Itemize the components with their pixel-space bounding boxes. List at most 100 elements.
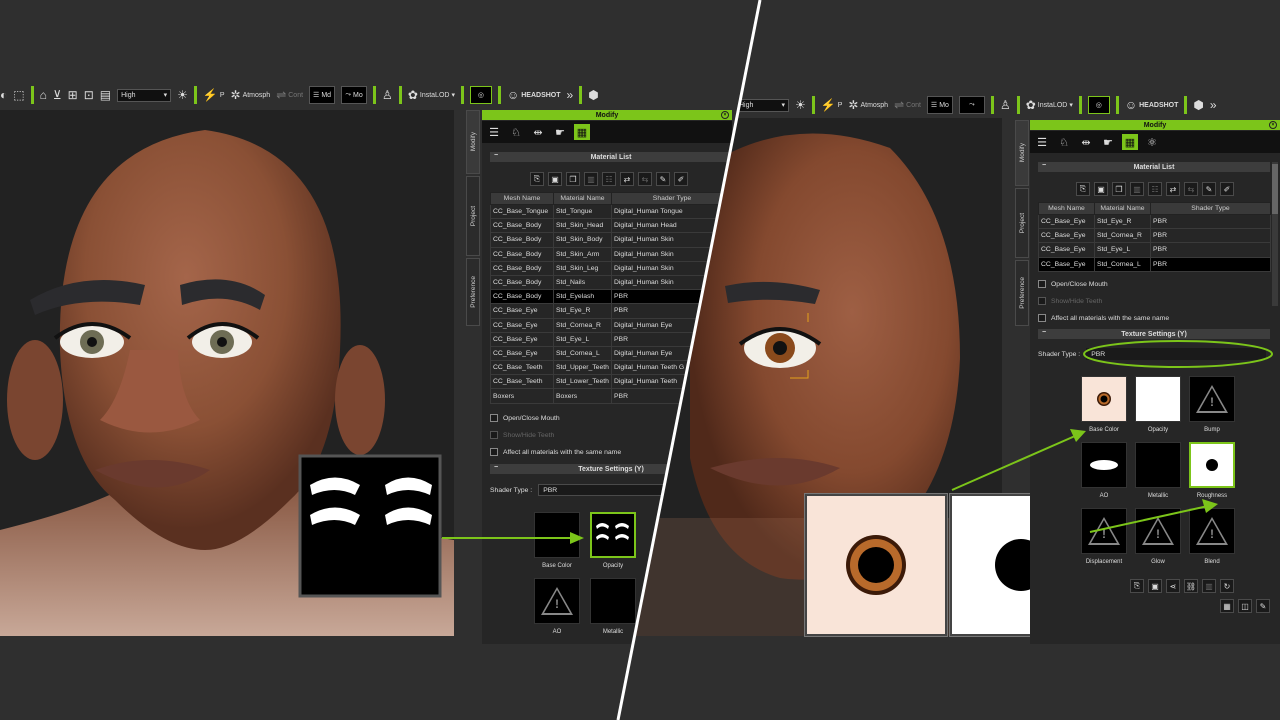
download-icon[interactable]: ⊻ [53, 89, 62, 101]
open-close-mouth-checkbox[interactable]: Open/Close Mouth [1038, 280, 1108, 288]
copy-icon[interactable]: ❐ [1112, 182, 1126, 196]
pick-button[interactable]: ◎ [469, 86, 492, 104]
column-header[interactable]: Shader Type [1150, 202, 1271, 215]
atmosphere-button[interactable]: ✲ Atmosph [848, 99, 888, 111]
side-tab-preference[interactable]: Preference [466, 258, 480, 326]
headshot-button[interactable]: ☺ HEADSHOT [1125, 99, 1179, 111]
table-row[interactable]: CC_Base_Body Std_Skin_Arm Digital_Human Sk… [490, 246, 733, 262]
load-icon[interactable]: ⎘ [1076, 182, 1090, 196]
pick-button[interactable]: ◎ [1087, 96, 1110, 114]
close-icon[interactable]: × [721, 111, 729, 119]
texture-slot-ao[interactable]: ! AO [534, 578, 580, 635]
render-quality-select[interactable]: High ▾ [735, 98, 789, 112]
column-header[interactable]: Material Name [553, 192, 612, 205]
paint-icon[interactable]: ✐ [674, 172, 688, 186]
save-icon[interactable]: ▣ [1094, 182, 1108, 196]
save-texture-icon[interactable]: ▣ [1148, 579, 1162, 593]
scrollbar[interactable] [1272, 162, 1278, 306]
morph-icon[interactable]: ⇹ [1078, 134, 1094, 150]
sun-icon[interactable]: ☀ [177, 89, 188, 101]
material-list-header[interactable]: − Material List [490, 152, 732, 162]
render-quality-select[interactable]: High ▾ [117, 88, 172, 102]
open-close-mouth-checkbox[interactable]: Open/Close Mouth [490, 414, 560, 422]
affect-all-checkbox[interactable]: Affect all materials with the same name [490, 448, 621, 456]
texture-slot-opacity[interactable]: Opacity [590, 512, 636, 569]
settings-sliders-icon[interactable]: ☰ [1034, 134, 1050, 150]
display-icon[interactable]: ▤ [100, 89, 111, 101]
align-icon[interactable]: ☷ [602, 172, 616, 186]
checker-icon[interactable]: ▦ [1122, 134, 1138, 150]
table-row[interactable]: CC_Base_Tongue Std_Tongue Digital_Human To… [490, 203, 733, 220]
camera-fit-icon[interactable]: ⊡ [84, 89, 94, 101]
share-icon[interactable]: ⋖ [1166, 579, 1180, 593]
mo-button[interactable]: ⤳ Mo [341, 86, 368, 104]
column-header[interactable]: Mesh Name [1038, 202, 1095, 215]
table-row[interactable]: CC_Base_Body Std_Skin_Head Digital_Human H… [490, 218, 733, 234]
md-button[interactable]: ☰ Md [309, 86, 336, 104]
frame-icon[interactable]: ⬚ [13, 89, 24, 101]
texture-slot-metallic[interactable]: Metallic [590, 578, 636, 635]
load-texture-icon[interactable]: ⎘ [1130, 579, 1144, 593]
show-hide-teeth-checkbox[interactable]: Show/Hide Teeth [490, 431, 554, 439]
eyedropper-icon[interactable]: ✎ [656, 172, 670, 186]
swap-icon[interactable]: ⇄ [620, 172, 634, 186]
light-p-button[interactable]: ⚡ P [203, 89, 225, 101]
motion-button[interactable]: ⤳ [958, 96, 985, 114]
cont-button[interactable]: ⇌ Cont [276, 89, 303, 101]
save-icon[interactable]: ▣ [548, 172, 562, 186]
table-row[interactable]: CC_Base_Body Std_Skin_Body Digital_Human S… [490, 232, 733, 248]
show-hide-teeth-checkbox[interactable]: Show/Hide Teeth [1038, 297, 1102, 305]
table-row[interactable]: CC_Base_Eye Std_Eye_L PBR [1038, 242, 1271, 258]
viewport-3d[interactable] [0, 110, 454, 636]
paste-icon[interactable]: ▥ [1130, 182, 1144, 196]
physics-icon[interactable]: ⚛ [1144, 134, 1160, 150]
close-icon[interactable]: × [1269, 121, 1277, 129]
instalod-button[interactable]: ✿ InstaLOD ▾ [1026, 99, 1073, 111]
link-icon[interactable]: ⛓ [1184, 579, 1198, 593]
side-tab-project[interactable]: Project [466, 176, 480, 256]
window-icon[interactable]: ◫ [1238, 599, 1252, 613]
side-tab-preference[interactable]: Preference [1015, 260, 1029, 326]
column-header[interactable]: Material Name [1094, 202, 1151, 215]
table-row[interactable]: CC_Base_Body Std_Eyelash PBR [490, 289, 733, 305]
table-row[interactable]: CC_Base_Body Std_Nails Digital_Human Skin [490, 274, 733, 291]
column-header[interactable]: Shader Type [611, 192, 733, 205]
scrollbar-thumb[interactable] [1272, 164, 1278, 214]
column-header[interactable]: Mesh Name [490, 192, 554, 205]
table-row[interactable]: CC_Base_Eye Std_Cornea_L PBR [1038, 256, 1271, 272]
checker-icon[interactable]: ▦ [574, 124, 590, 140]
side-tab-project[interactable]: Project [1015, 188, 1029, 258]
morph-icon[interactable]: ⇹ [530, 124, 546, 140]
delete-icon[interactable]: ▥ [1202, 579, 1216, 593]
table-row[interactable]: CC_Base_Body Std_Skin_Leg Digital_Human Sk… [490, 260, 733, 276]
copy-icon[interactable]: ❐ [566, 172, 580, 186]
flip-icon[interactable]: ⇆ [638, 172, 652, 186]
eyedropper-icon[interactable]: ✎ [1202, 182, 1216, 196]
plugin-icon[interactable]: ⬢ [588, 89, 598, 101]
instalod-button[interactable]: ✿ InstaLOD ▾ [408, 89, 455, 101]
md-button[interactable]: ☰ Mo [926, 96, 953, 114]
refresh-icon[interactable]: ↻ [1220, 579, 1234, 593]
atmosphere-button[interactable]: ✲ Atmosph [231, 89, 271, 101]
side-tab-modify[interactable]: Modify [1015, 120, 1029, 186]
pose-figure-icon[interactable]: ♙ [382, 89, 393, 101]
affect-all-checkbox[interactable]: Affect all materials with the same name [1038, 314, 1169, 322]
motion-figure-icon[interactable]: ♘ [1056, 134, 1072, 150]
hand-icon[interactable]: ☛ [552, 124, 568, 140]
side-tab-modify[interactable]: Modify [466, 110, 480, 174]
table-row[interactable]: CC_Base_Eye Std_Eye_R PBR [1038, 213, 1271, 230]
paste-icon[interactable]: ▥ [584, 172, 598, 186]
headshot-button[interactable]: ☺ HEADSHOT [507, 89, 561, 101]
align-icon[interactable]: ☷ [1148, 182, 1162, 196]
edit-icon[interactable]: ✎ [1256, 599, 1270, 613]
material-list-header[interactable]: − Material List [1038, 162, 1270, 172]
cont-button[interactable]: ⇌ Cont [894, 99, 921, 111]
hand-icon[interactable]: ☛ [1100, 134, 1116, 150]
settings-sliders-icon[interactable]: ☰ [486, 124, 502, 140]
load-icon[interactable]: ⎘ [530, 172, 544, 186]
grid-icon[interactable]: ▦ [1220, 599, 1234, 613]
more-chevron-icon[interactable]: » [567, 89, 574, 101]
pose-figure-icon[interactable]: ♙ [1000, 99, 1011, 111]
more-chevron-icon[interactable]: » [1210, 99, 1217, 111]
home-icon[interactable]: ⌂ [40, 89, 47, 101]
